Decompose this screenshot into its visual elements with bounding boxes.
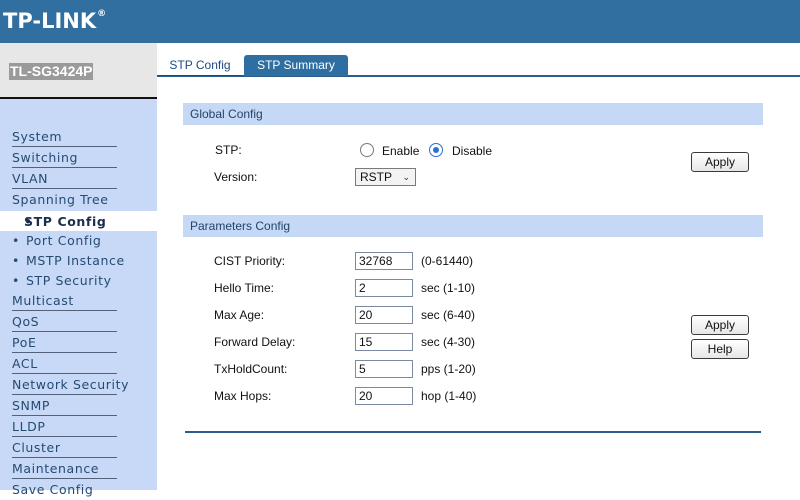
- sidebar-item-poe[interactable]: PoE: [12, 332, 117, 353]
- stp-enable-radio[interactable]: [360, 143, 374, 157]
- chevron-down-icon: ⌄: [402, 172, 410, 182]
- sidebar-item-label: Port Config: [25, 233, 102, 248]
- sidebar-item-system[interactable]: System: [12, 126, 117, 147]
- txholdcount-input[interactable]: 5: [355, 360, 413, 378]
- sidebar-item-label: STP Security: [25, 273, 112, 288]
- global-apply-button[interactable]: Apply: [691, 152, 749, 172]
- forward-delay-range: sec (4-30): [421, 335, 476, 349]
- sidebar-item-stp-config[interactable]: • STP Config: [0, 211, 157, 231]
- cist-priority-label: CIST Priority:: [214, 254, 286, 268]
- max-age-range: sec (6-40): [421, 308, 476, 322]
- sidebar-item-spanning-tree[interactable]: Spanning Tree: [12, 189, 117, 210]
- sidebar-item-network-security[interactable]: Network Security: [12, 374, 129, 395]
- sidebar-item-maintenance[interactable]: Maintenance: [12, 458, 117, 479]
- registered-mark: ®: [97, 9, 107, 19]
- cist-priority-range: (0-61440): [421, 254, 474, 268]
- parameters-config-header: Parameters Config: [183, 215, 763, 237]
- sidebar-item-lldp[interactable]: LLDP: [12, 416, 117, 437]
- max-hops-range: hop (1-40): [421, 389, 477, 403]
- logo-text: TP-LINK: [3, 9, 97, 33]
- bullet-icon: •: [12, 253, 20, 268]
- sidebar: System Switching VLAN Spanning Tree • ST…: [0, 99, 157, 497]
- sidebar-item-acl[interactable]: ACL: [12, 353, 117, 374]
- model-panel: TL-SG3424P: [0, 43, 157, 99]
- max-hops-input[interactable]: 20: [355, 387, 413, 405]
- sidebar-item-stp-security[interactable]: • STP Security: [12, 272, 112, 290]
- sidebar-item-label: MSTP Instance: [25, 253, 125, 268]
- sidebar-item-multicast[interactable]: Multicast: [12, 290, 117, 311]
- sidebar-item-cluster[interactable]: Cluster: [12, 437, 117, 458]
- tp-link-logo: TP-LINK®: [3, 9, 106, 33]
- parameters-apply-button[interactable]: Apply: [691, 315, 749, 335]
- sidebar-item-qos[interactable]: QoS: [12, 311, 117, 332]
- tab-stp-summary[interactable]: STP Summary: [244, 55, 348, 76]
- hello-time-input[interactable]: 2: [355, 279, 413, 297]
- help-button[interactable]: Help: [691, 339, 749, 359]
- tab-bar: STP Config STP Summary: [157, 43, 800, 77]
- stp-disable-radio[interactable]: [429, 143, 443, 157]
- top-banner: TP-LINK®: [0, 0, 800, 43]
- sidebar-item-mstp-instance[interactable]: • MSTP Instance: [12, 252, 125, 270]
- sidebar-item-label: STP Config: [24, 214, 107, 229]
- sidebar-item-port-config[interactable]: • Port Config: [12, 232, 101, 250]
- device-model: TL-SG3424P: [9, 63, 94, 80]
- section-divider: [185, 431, 761, 433]
- hello-time-range: sec (1-10): [421, 281, 476, 295]
- version-select-value: RSTP: [360, 170, 393, 184]
- tab-stp-config[interactable]: STP Config: [157, 55, 243, 76]
- forward-delay-input[interactable]: 15: [355, 333, 413, 351]
- bullet-icon: •: [12, 273, 20, 288]
- sidebar-item-snmp[interactable]: SNMP: [12, 395, 117, 416]
- stp-disable-label[interactable]: Disable: [452, 144, 492, 158]
- txholdcount-range: pps (1-20): [421, 362, 476, 376]
- max-age-input[interactable]: 20: [355, 306, 413, 324]
- version-select[interactable]: RSTP ⌄: [355, 168, 416, 186]
- sidebar-item-switching[interactable]: Switching: [12, 147, 117, 168]
- version-label: Version:: [214, 170, 258, 184]
- max-age-label: Max Age:: [214, 308, 265, 322]
- stp-enable-label[interactable]: Enable: [382, 144, 419, 158]
- global-config-header: Global Config: [183, 103, 763, 125]
- forward-delay-label: Forward Delay:: [214, 335, 296, 349]
- txholdcount-label: TxHoldCount:: [214, 362, 288, 376]
- bullet-icon: •: [12, 233, 20, 248]
- cist-priority-input[interactable]: 32768: [355, 252, 413, 270]
- stp-label: STP:: [215, 143, 242, 157]
- sidebar-item-vlan[interactable]: VLAN: [12, 168, 117, 189]
- max-hops-label: Max Hops:: [214, 389, 272, 403]
- hello-time-label: Hello Time:: [214, 281, 275, 295]
